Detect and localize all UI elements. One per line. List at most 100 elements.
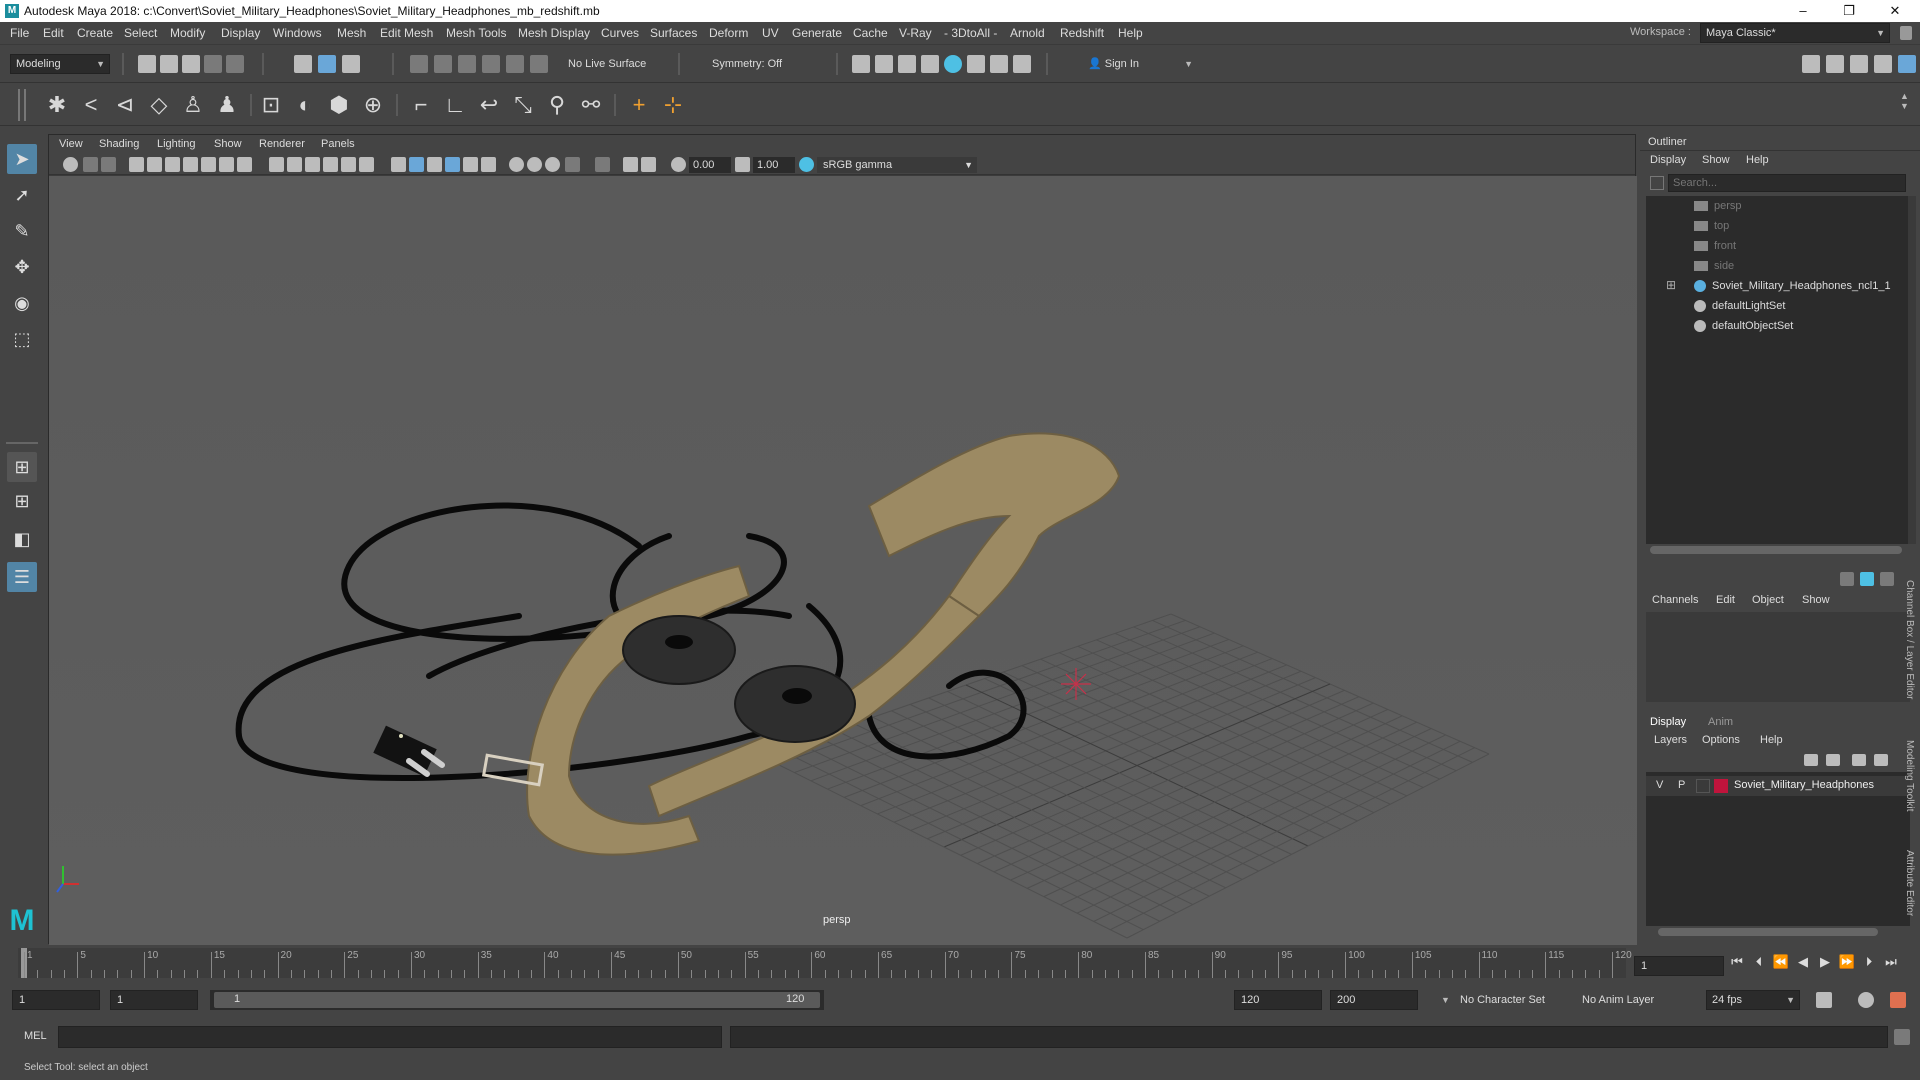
- layer-menu-help[interactable]: Help: [1760, 734, 1783, 746]
- gamma-field[interactable]: 1.00: [753, 157, 795, 173]
- playback-end-field[interactable]: 120: [1234, 990, 1322, 1010]
- modeling-toolkit-icon[interactable]: [1802, 55, 1820, 73]
- anim-preferences-icon[interactable]: [1890, 992, 1906, 1008]
- locator-icon[interactable]: +: [626, 92, 652, 118]
- render-sequence-icon[interactable]: [875, 55, 893, 73]
- sign-in-dropdown[interactable]: 👤 Sign In ▼: [1082, 54, 1198, 74]
- safe-action-icon[interactable]: [287, 157, 302, 172]
- outliner-layout-icon[interactable]: ☰: [7, 562, 37, 592]
- outliner-toggle-icon[interactable]: [1874, 55, 1892, 73]
- constraint-aim-icon[interactable]: ∟: [442, 92, 468, 118]
- command-input[interactable]: [58, 1026, 722, 1048]
- xray-icon[interactable]: [391, 157, 406, 172]
- viewport-menu-show[interactable]: Show: [214, 138, 242, 150]
- time-slider-track[interactable]: 1 5 10 15 20 25 30 35 40 45 50 55 60 65 70 75 80 85 90 95 10…: [18, 948, 1632, 978]
- go-to-start-icon[interactable]: ⏮: [1728, 954, 1746, 970]
- menu-cache[interactable]: Cache: [853, 26, 888, 40]
- range-slider-handle[interactable]: 1 120: [214, 992, 820, 1008]
- workspace-dropdown[interactable]: Maya Classic* ▼: [1700, 23, 1890, 43]
- gate-mask-icon[interactable]: [237, 157, 252, 172]
- move-tool-icon[interactable]: ✥: [7, 252, 37, 282]
- channel-menu-channels[interactable]: Channels: [1652, 594, 1698, 606]
- layer-tab-anim[interactable]: Anim: [1708, 716, 1733, 728]
- menu-3dtoall[interactable]: - 3DtoAll -: [944, 26, 997, 40]
- viewport-menu-lighting[interactable]: Lighting: [157, 138, 196, 150]
- menu-deform[interactable]: Deform: [709, 26, 748, 40]
- outliner-search-input[interactable]: [1668, 174, 1906, 192]
- ear-cushion-left[interactable]: [622, 615, 736, 685]
- gamma-icon[interactable]: [735, 157, 750, 172]
- two-view-icon[interactable]: ◧: [7, 524, 37, 554]
- modeling-toolkit-side-tab[interactable]: Modeling Toolkit: [1904, 740, 1915, 812]
- outliner-item-front[interactable]: front: [1694, 240, 1736, 252]
- layer-playback-toggle[interactable]: P: [1678, 779, 1685, 791]
- open-scene-icon[interactable]: [160, 55, 178, 73]
- camera-attributes-icon[interactable]: [83, 157, 98, 172]
- close-button[interactable]: ✕: [1872, 0, 1918, 22]
- new-scene-icon[interactable]: [138, 55, 156, 73]
- menu-redshift[interactable]: Redshift: [1060, 26, 1104, 40]
- outliner-item-persp[interactable]: persp: [1694, 200, 1742, 212]
- select-hierarchy-icon[interactable]: [294, 55, 312, 73]
- menu-surfaces[interactable]: Surfaces: [650, 26, 697, 40]
- menu-modify[interactable]: Modify: [170, 26, 205, 40]
- character-icon[interactable]: ♟: [214, 92, 240, 118]
- filter-icon[interactable]: [1650, 176, 1664, 190]
- outliner-item-side[interactable]: side: [1694, 260, 1734, 272]
- motion-blur-icon[interactable]: [481, 157, 496, 172]
- isolate-icon[interactable]: [545, 157, 560, 172]
- anim-layer-dropdown[interactable]: No Anim Layer: [1576, 990, 1686, 1010]
- new-layer-icon[interactable]: [1852, 754, 1866, 766]
- lattice-icon[interactable]: ⊡: [258, 92, 284, 118]
- save-scene-icon[interactable]: [182, 55, 200, 73]
- bind-skin-icon[interactable]: ◇: [146, 92, 172, 118]
- viewport-menu-view[interactable]: View: [59, 138, 83, 150]
- human-ik-icon[interactable]: ♙: [180, 92, 206, 118]
- menu-windows[interactable]: Windows: [273, 26, 322, 40]
- layer-name[interactable]: Soviet_Military_Headphones: [1734, 779, 1874, 791]
- loop-icon[interactable]: [1816, 992, 1832, 1008]
- cube-icon[interactable]: ⬢: [326, 92, 352, 118]
- animation-end-field[interactable]: 200: [1330, 990, 1418, 1010]
- viewport-menu-shading[interactable]: Shading: [99, 138, 139, 150]
- xray-active-icon[interactable]: [595, 157, 610, 172]
- menu-mesh-display[interactable]: Mesh Display: [518, 26, 590, 40]
- wireframe-on-shaded-icon[interactable]: [359, 157, 374, 172]
- rotate-tool-icon[interactable]: ◉: [7, 288, 37, 318]
- mode-dropdown[interactable]: Modeling ▼: [10, 54, 110, 74]
- hypershade-icon[interactable]: [944, 55, 962, 73]
- layer-color-swatch[interactable]: [1714, 779, 1728, 793]
- redo-icon[interactable]: [226, 55, 244, 73]
- viewport-menu-renderer[interactable]: Renderer: [259, 138, 305, 150]
- shelf-scroll-icon[interactable]: ▲ ▼: [1900, 91, 1909, 119]
- playback-start-field[interactable]: 1: [110, 990, 198, 1010]
- four-view-icon[interactable]: ⊞: [7, 486, 37, 516]
- layer-row[interactable]: V P Soviet_Military_Headphones: [1646, 776, 1910, 796]
- move-layer-up-icon[interactable]: [1804, 754, 1818, 766]
- nurbs-sphere-icon[interactable]: ✱: [44, 92, 70, 118]
- select-component-icon[interactable]: [342, 55, 360, 73]
- joint-tool-icon[interactable]: <: [78, 92, 104, 118]
- single-view-icon[interactable]: ⊞: [7, 452, 37, 482]
- select-tool-icon[interactable]: ➤: [7, 144, 37, 174]
- symmetry-dropdown[interactable]: Symmetry: Off: [706, 54, 802, 74]
- wireframe-icon[interactable]: [323, 157, 338, 172]
- step-back-key-icon[interactable]: ⏪: [1772, 954, 1790, 970]
- bookmarks-icon[interactable]: [101, 157, 116, 172]
- hud-icon[interactable]: [623, 157, 638, 172]
- menu-edit[interactable]: Edit: [43, 26, 64, 40]
- layer-horizontal-scrollbar[interactable]: [1658, 928, 1878, 936]
- attribute-editor-side-tab[interactable]: Attribute Editor: [1904, 850, 1915, 916]
- snap-curve-icon[interactable]: [434, 55, 452, 73]
- exposure-field[interactable]: 0.00: [689, 157, 731, 173]
- field-chart-icon[interactable]: [269, 157, 284, 172]
- textured-icon[interactable]: [409, 157, 424, 172]
- film-gate-icon[interactable]: [201, 157, 216, 172]
- animation-start-field[interactable]: 1: [12, 990, 100, 1010]
- select-object-icon[interactable]: [318, 55, 336, 73]
- safe-title-icon[interactable]: [305, 157, 320, 172]
- menu-curves[interactable]: Curves: [601, 26, 639, 40]
- script-editor-icon[interactable]: [1894, 1029, 1910, 1045]
- play-forwards-icon[interactable]: ▶: [1816, 954, 1834, 970]
- layer-menu-options[interactable]: Options: [1702, 734, 1740, 746]
